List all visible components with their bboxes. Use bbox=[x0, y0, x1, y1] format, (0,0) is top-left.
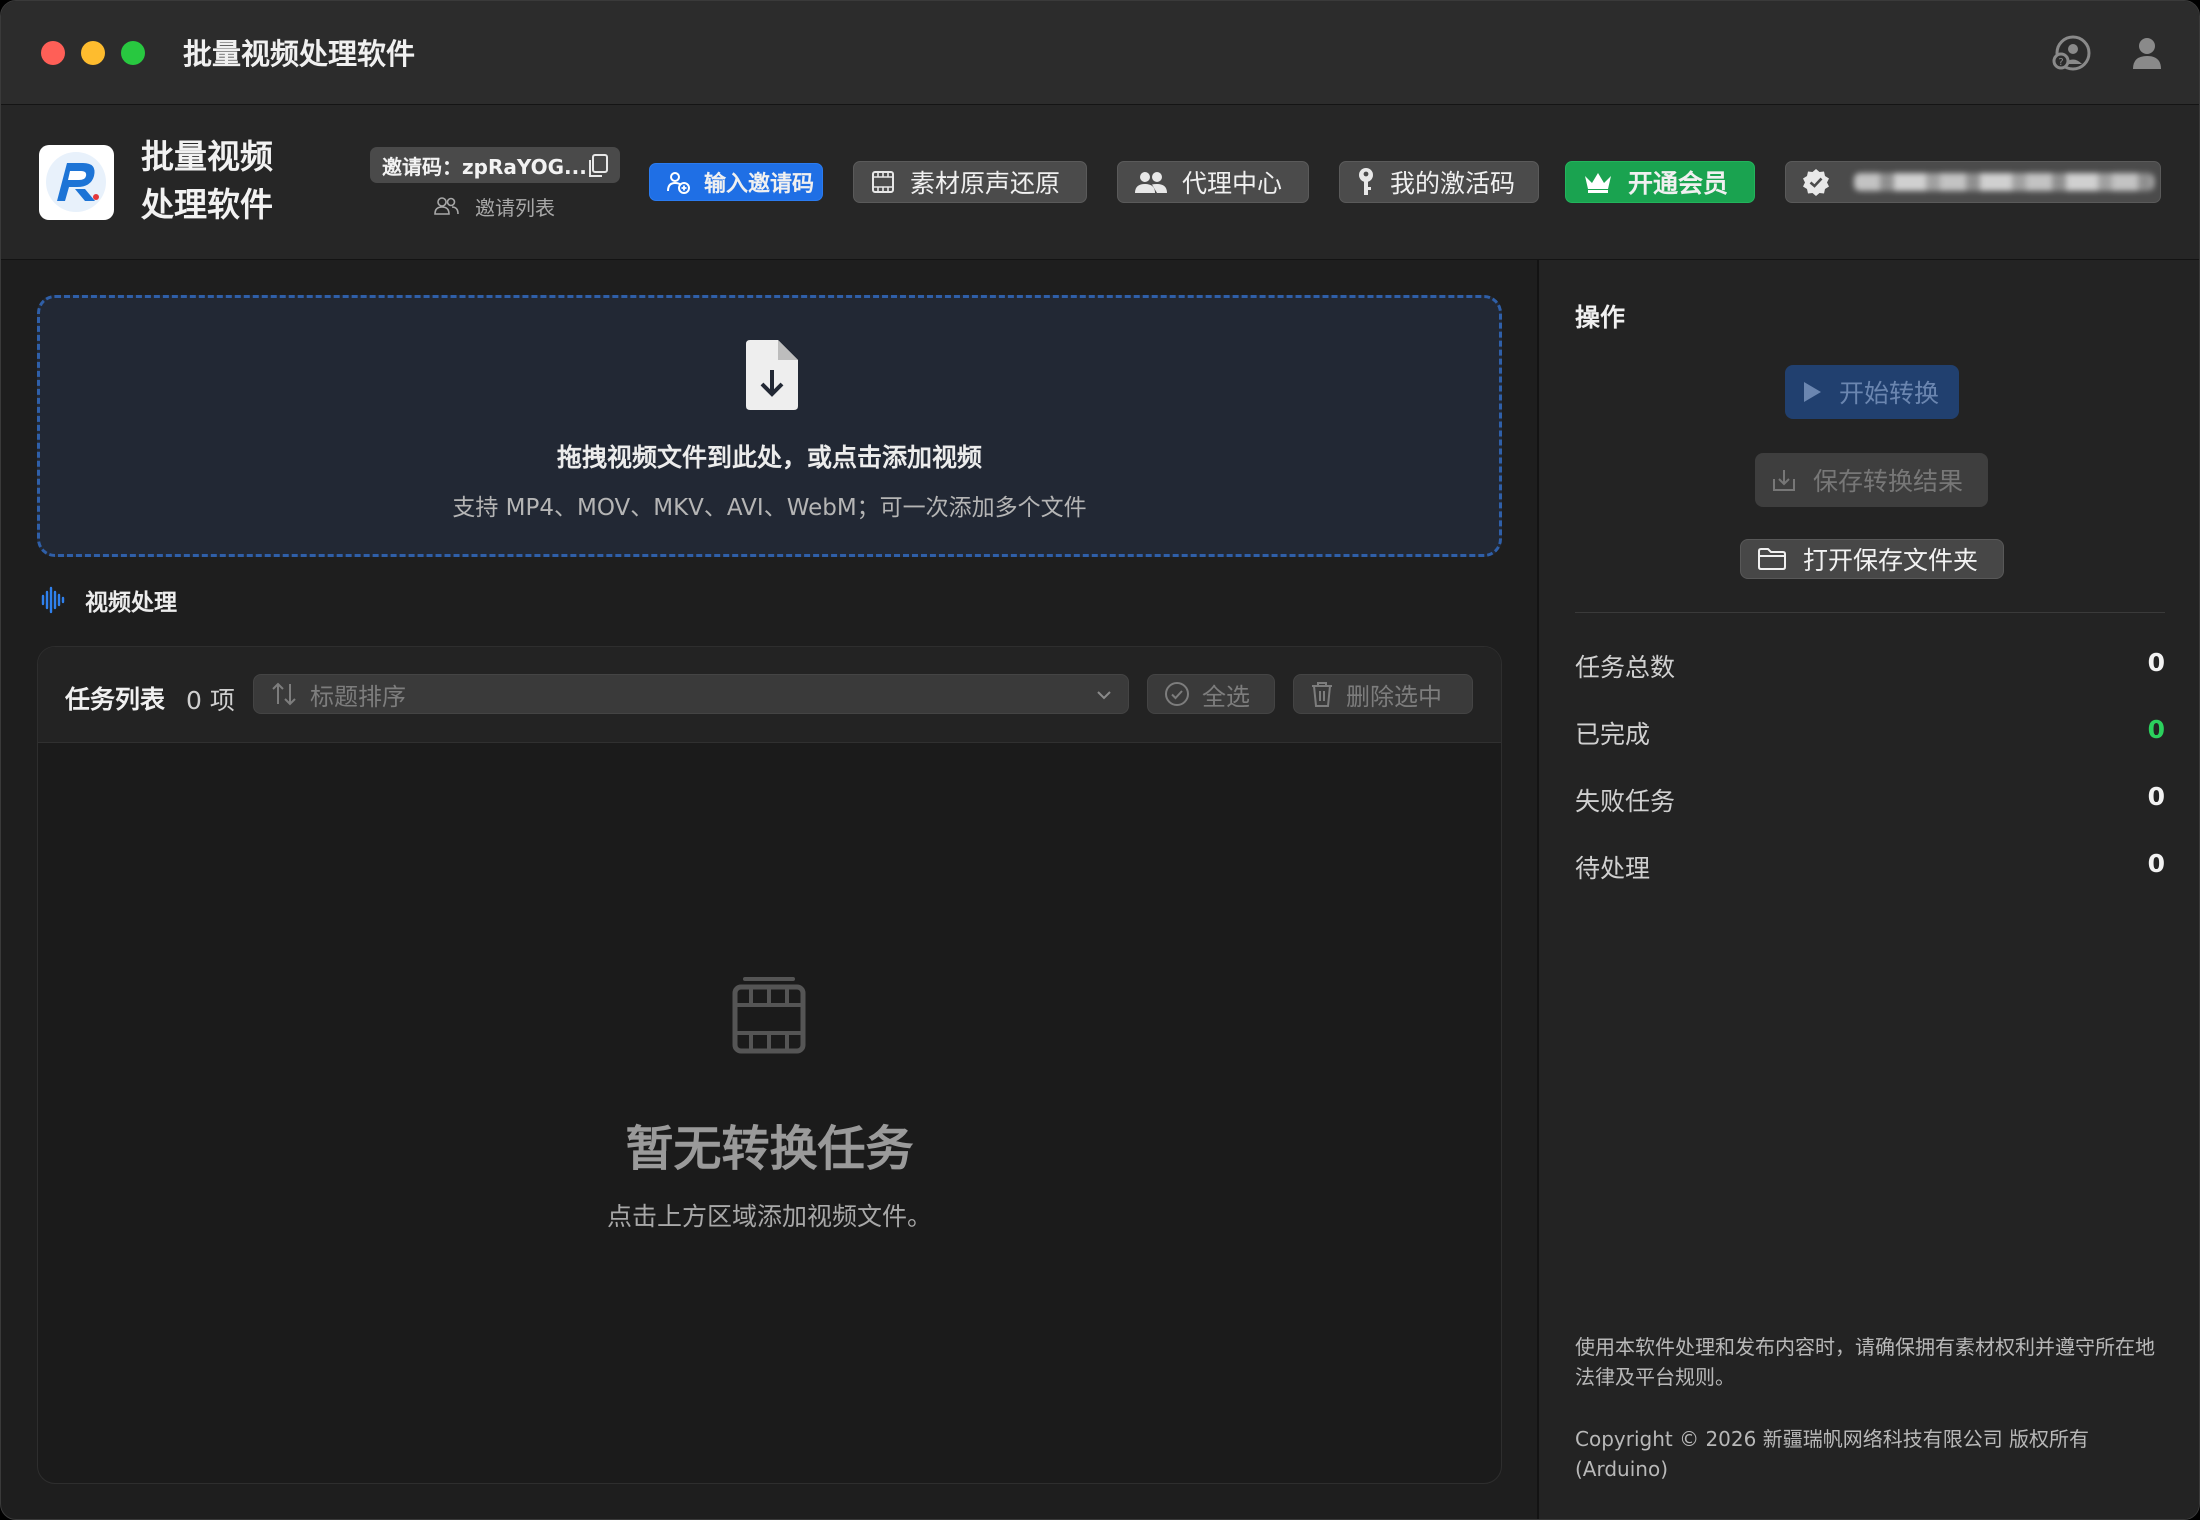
section-header: 视频处理 bbox=[41, 585, 177, 616]
copyright-text: Copyright © 2026 新疆瑞帆网络科技有限公司 版权所有 (Ardu… bbox=[1575, 1427, 2090, 1481]
trash-icon bbox=[1312, 682, 1332, 707]
start-conversion-label: 开始转换 bbox=[1839, 379, 1940, 408]
audio-wave-icon bbox=[41, 586, 65, 614]
invite-list-link[interactable]: 邀请列表 bbox=[433, 189, 555, 223]
agent-center-button[interactable]: 代理中心 bbox=[1117, 161, 1309, 203]
invite-code-label: 邀请码：zpRaYOG... bbox=[382, 154, 587, 179]
agent-center-label: 代理中心 bbox=[1182, 169, 1283, 198]
verified-badge-icon bbox=[1803, 169, 1829, 196]
save-results-button[interactable]: 保存转换结果 bbox=[1755, 453, 1988, 507]
operations-sidebar: 操作 开始转换 保存转换结果 打开保存文件夹 任务总数 0 已完成 0 失败任务… bbox=[1537, 260, 2199, 1519]
sort-icon bbox=[272, 682, 296, 706]
save-download-icon bbox=[1773, 470, 1795, 491]
copy-icon[interactable] bbox=[586, 153, 610, 179]
video-drop-zone[interactable]: 拖拽视频文件到此处，或点击添加视频 支持 MP4、MOV、MKV、AVI、Web… bbox=[37, 295, 1502, 557]
crown-icon bbox=[1585, 173, 1611, 193]
play-icon bbox=[1804, 382, 1821, 402]
membership-label: 开通会员 bbox=[1628, 169, 1729, 198]
add-user-icon bbox=[667, 172, 690, 194]
start-conversion-button[interactable]: 开始转换 bbox=[1785, 365, 1959, 419]
stat-total: 任务总数 0 bbox=[1575, 648, 2165, 684]
open-folder-label: 打开保存文件夹 bbox=[1803, 546, 1979, 575]
activation-code-label: 我的激活码 bbox=[1390, 169, 1516, 198]
invite-code-chip[interactable]: 邀请码：zpRaYOG... bbox=[370, 147, 620, 183]
svg-text:?: ? bbox=[2058, 57, 2063, 68]
chevron-down-icon bbox=[1097, 691, 1111, 700]
sort-select[interactable]: 标题排序 bbox=[253, 674, 1129, 714]
empty-state-title: 暂无转换任务 bbox=[625, 1121, 914, 1177]
stat-failed: 失败任务 0 bbox=[1575, 782, 2165, 818]
drop-zone-subtitle: 支持 MP4、MOV、MKV、AVI、WebM；可一次添加多个文件 bbox=[452, 495, 1087, 521]
task-count: 0 项 bbox=[186, 686, 235, 715]
select-all-button[interactable]: 全选 bbox=[1147, 674, 1275, 714]
section-label: 视频处理 bbox=[85, 590, 177, 616]
app-window: 批量视频处理软件 ? 批量视频处理软件 邀请码：zpRaYOG... 邀请列表 … bbox=[0, 0, 2200, 1520]
stat-completed: 已完成 0 bbox=[1575, 715, 2165, 751]
stat-total-value: 0 bbox=[2147, 648, 2165, 677]
close-window-button[interactable] bbox=[41, 41, 65, 65]
app-name: 批量视频处理软件 bbox=[141, 137, 273, 224]
enter-invite-code-label: 输入邀请码 bbox=[704, 172, 815, 197]
stat-completed-label: 已完成 bbox=[1575, 720, 1651, 749]
delete-selected-button[interactable]: 删除选中 bbox=[1293, 674, 1473, 714]
check-circle-icon bbox=[1165, 682, 1189, 706]
team-icon bbox=[1135, 172, 1167, 193]
stat-completed-value: 0 bbox=[2147, 715, 2165, 744]
sidebar-title: 操作 bbox=[1575, 303, 1626, 332]
select-all-label: 全选 bbox=[1202, 682, 1250, 711]
save-results-label: 保存转换结果 bbox=[1813, 467, 1964, 496]
film-icon bbox=[872, 171, 894, 193]
account-verified-button[interactable] bbox=[1785, 161, 2161, 203]
restore-audio-label: 素材原声还原 bbox=[910, 169, 1061, 198]
task-list-panel: 任务列表 0 项 标题排序 全选 删除选中 暂无转换任务 点击上方区域添加视频文… bbox=[37, 646, 1502, 1484]
zoom-window-button[interactable] bbox=[121, 41, 145, 65]
restore-audio-button[interactable]: 素材原声还原 bbox=[853, 161, 1087, 203]
app-header: 批量视频处理软件 邀请码：zpRaYOG... 邀请列表 输入邀请码 素材原声还… bbox=[1, 105, 2199, 260]
redacted-account-text bbox=[1854, 173, 2154, 191]
users-icon bbox=[434, 197, 459, 215]
delete-selected-label: 删除选中 bbox=[1346, 682, 1442, 711]
legal-notice: 使用本软件处理和发布内容时，请确保拥有素材权利并遵守所在地法律及平台规则。 bbox=[1575, 1335, 2155, 1389]
stat-pending-value: 0 bbox=[2147, 849, 2165, 878]
file-download-icon bbox=[746, 340, 798, 410]
stat-total-label: 任务总数 bbox=[1575, 653, 1676, 682]
task-list-title: 任务列表 bbox=[65, 685, 166, 714]
open-folder-button[interactable]: 打开保存文件夹 bbox=[1740, 539, 2004, 579]
invite-list-label: 邀请列表 bbox=[475, 195, 555, 220]
folder-icon bbox=[1758, 548, 1786, 570]
account-icon[interactable] bbox=[2125, 31, 2169, 75]
minimize-window-button[interactable] bbox=[81, 41, 105, 65]
film-strip-icon bbox=[732, 977, 806, 1054]
support-icon[interactable]: ? bbox=[2049, 31, 2093, 75]
stat-failed-value: 0 bbox=[2147, 782, 2165, 811]
enter-invite-code-button[interactable]: 输入邀请码 bbox=[649, 163, 823, 201]
title-bar: 批量视频处理软件 ? bbox=[1, 1, 2199, 105]
empty-state-subtitle: 点击上方区域添加视频文件。 bbox=[606, 1202, 932, 1231]
stat-pending-label: 待处理 bbox=[1575, 854, 1651, 883]
key-icon bbox=[1359, 168, 1373, 195]
task-list-toolbar: 任务列表 0 项 标题排序 全选 删除选中 bbox=[38, 647, 1501, 743]
app-logo bbox=[39, 145, 114, 220]
stat-pending: 待处理 0 bbox=[1575, 849, 2165, 885]
activation-code-button[interactable]: 我的激活码 bbox=[1339, 161, 1539, 203]
drop-zone-title: 拖拽视频文件到此处，或点击添加视频 bbox=[556, 443, 982, 472]
membership-button[interactable]: 开通会员 bbox=[1565, 161, 1755, 203]
sidebar-divider bbox=[1575, 612, 2165, 613]
sort-select-value: 标题排序 bbox=[310, 682, 406, 711]
stat-failed-label: 失败任务 bbox=[1575, 787, 1676, 816]
window-title: 批量视频处理软件 bbox=[183, 37, 416, 71]
